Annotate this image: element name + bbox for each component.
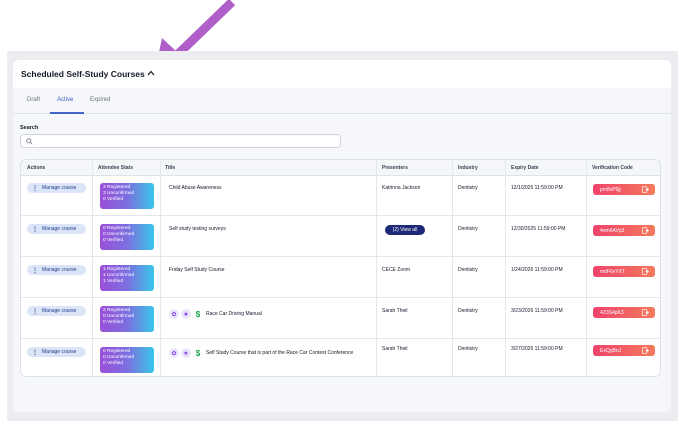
tab-bar: Draft Active Expired <box>13 88 671 114</box>
view-all-presenters-button[interactable]: (2) View all <box>385 225 425 235</box>
caret-up-icon[interactable] <box>147 70 156 78</box>
course-title: Race Car Driving Manual <box>206 311 262 317</box>
copy-icon[interactable] <box>642 268 649 275</box>
table-row: ⋮ Manage course 3 Registered 3 Unconfirme… <box>21 176 660 216</box>
course-title: Friday Self Study Course <box>169 267 225 273</box>
search-label: Search <box>20 125 39 131</box>
tab-expired[interactable]: Expired <box>90 97 110 103</box>
course-badges: ✿ ★ $ Self Study Course that is part of … <box>169 348 353 358</box>
table-row: ⋮ Manage course 2 Registered 0 Unconfirme… <box>21 299 660 339</box>
expiry-date: 1/24/2026 11:59:00 PM <box>511 267 563 273</box>
manage-course-label: Manage course <box>42 308 77 314</box>
copy-icon[interactable] <box>642 347 649 354</box>
verification-code: pm8vP9jj <box>600 186 621 193</box>
verified-count: 1 Verified <box>103 279 124 285</box>
industry: Dentistry <box>458 308 478 314</box>
card-header: Scheduled Self-Study Courses <box>13 60 671 88</box>
verification-code: 4Z3S4pK3 <box>600 309 624 316</box>
column-header-attendee-stats: Attendee Stats <box>98 165 134 171</box>
kebab-icon: ⋮ <box>32 267 38 274</box>
manage-course-label: Manage course <box>42 185 77 191</box>
kebab-icon: ⋮ <box>32 226 38 233</box>
tab-active[interactable]: Active <box>57 97 73 103</box>
table-row: ⋮ Manage course 0 Registered 0 Unconfirme… <box>21 217 660 257</box>
expiry-date: 3/23/2026 11:59:00 PM <box>511 308 563 314</box>
card-title: Scheduled Self-Study Courses <box>21 69 145 79</box>
verification-code-button[interactable]: ExQgBnJ <box>593 345 655 356</box>
presenter-name: Sarah Thiel <box>382 346 408 352</box>
verified-count: 0 Verified <box>103 361 124 367</box>
manage-course-button[interactable]: ⋮ Manage course <box>27 347 86 357</box>
industry: Dentistry <box>458 185 478 191</box>
course-badges: ✿ ★ $ Race Car Driving Manual <box>169 309 262 319</box>
copy-icon[interactable] <box>642 186 649 193</box>
copy-icon[interactable] <box>642 227 649 234</box>
verification-code-button[interactable]: mdF6vYXT <box>593 266 655 277</box>
dollar-icon: $ <box>195 348 201 358</box>
verification-code: 4om6AVp3 <box>600 227 625 234</box>
table-row: ⋮ Manage course 1 Registered 1 Unconfirme… <box>21 258 660 298</box>
expiry-date: 12/1/2025 11:59:00 PM <box>511 185 563 191</box>
attendee-stats-badge: 3 Registered 3 Unconfirmed 0 Verified <box>100 183 154 209</box>
search-input[interactable] <box>37 136 337 146</box>
table-header: Actions Attendee Stats Title Presenters … <box>21 160 660 176</box>
verification-code: mdF6vYXT <box>600 268 626 275</box>
kebab-icon: ⋮ <box>32 185 38 192</box>
column-header-verification-code: Verification Code <box>592 165 633 171</box>
kebab-icon: ⋮ <box>32 308 38 315</box>
verification-code-button[interactable]: pm8vP9jj <box>593 184 655 195</box>
manage-course-button[interactable]: ⋮ Manage course <box>27 224 86 234</box>
courses-card: Scheduled Self-Study Courses Draft Activ… <box>13 60 671 412</box>
manage-course-button[interactable]: ⋮ Manage course <box>27 183 86 193</box>
course-title: Child Abuse Awareness <box>169 185 222 191</box>
badge-icon: ✿ <box>169 348 179 358</box>
dollar-icon: $ <box>195 309 201 319</box>
column-header-presenters: Presenters <box>382 165 408 171</box>
column-header-title: Title <box>165 165 176 171</box>
copy-icon[interactable] <box>642 309 649 316</box>
table-row: ⋮ Manage course 0 Registered 0 Unconfirme… <box>21 340 660 376</box>
manage-course-button[interactable]: ⋮ Manage course <box>27 265 86 275</box>
verification-code-button[interactable]: 4om6AVp3 <box>593 225 655 236</box>
expiry-date: 12/30/2025 11:59:00 PM <box>511 226 566 232</box>
column-header-industry: Industry <box>458 165 478 171</box>
attendee-stats-badge: 0 Registered 0 Unconfirmed 0 Verified <box>100 347 154 373</box>
kebab-icon: ⋮ <box>32 349 38 356</box>
expiry-date: 3/27/2026 11:59:00 PM <box>511 346 563 352</box>
presenter-name: Katrinna Jackson <box>382 185 421 191</box>
manage-course-label: Manage course <box>42 226 77 232</box>
badge-icon: ★ <box>181 348 191 358</box>
verification-code: ExQgBnJ <box>600 347 622 354</box>
column-header-actions: Actions <box>27 165 46 171</box>
attendee-stats-badge: 0 Registered 0 Unconfirmed 0 Verified <box>100 224 154 250</box>
manage-course-label: Manage course <box>42 267 77 273</box>
search-box[interactable] <box>20 134 341 148</box>
verified-count: 0 Verified <box>103 238 124 244</box>
verification-code-button[interactable]: 4Z3S4pK3 <box>593 307 655 318</box>
course-title: Self study testing surveys <box>169 226 226 232</box>
active-tab-indicator <box>50 112 84 114</box>
courses-table: Actions Attendee Stats Title Presenters … <box>20 159 661 377</box>
attendee-stats-badge: 2 Registered 0 Unconfirmed 0 Verified <box>100 306 154 332</box>
verified-count: 0 Verified <box>103 197 124 203</box>
course-title: Self Study Course that is part of the Ra… <box>206 350 354 356</box>
manage-course-button[interactable]: ⋮ Manage course <box>27 306 86 316</box>
badge-icon: ✿ <box>169 309 179 319</box>
manage-course-label: Manage course <box>42 349 77 355</box>
presenter-name: CECE Zoom <box>382 267 411 273</box>
industry: Dentistry <box>458 226 478 232</box>
badge-icon: ★ <box>181 309 191 319</box>
verified-count: 0 Verified <box>103 320 124 326</box>
column-header-expiry-date: Expiry Date <box>511 165 539 171</box>
search-icon <box>26 138 33 145</box>
presenter-name: Sarah Thiel <box>382 308 408 314</box>
industry: Dentistry <box>458 267 478 273</box>
industry: Dentistry <box>458 346 478 352</box>
tab-draft[interactable]: Draft <box>27 97 40 103</box>
attendee-stats-badge: 1 Registered 1 Unconfirmed 1 Verified <box>100 265 154 291</box>
